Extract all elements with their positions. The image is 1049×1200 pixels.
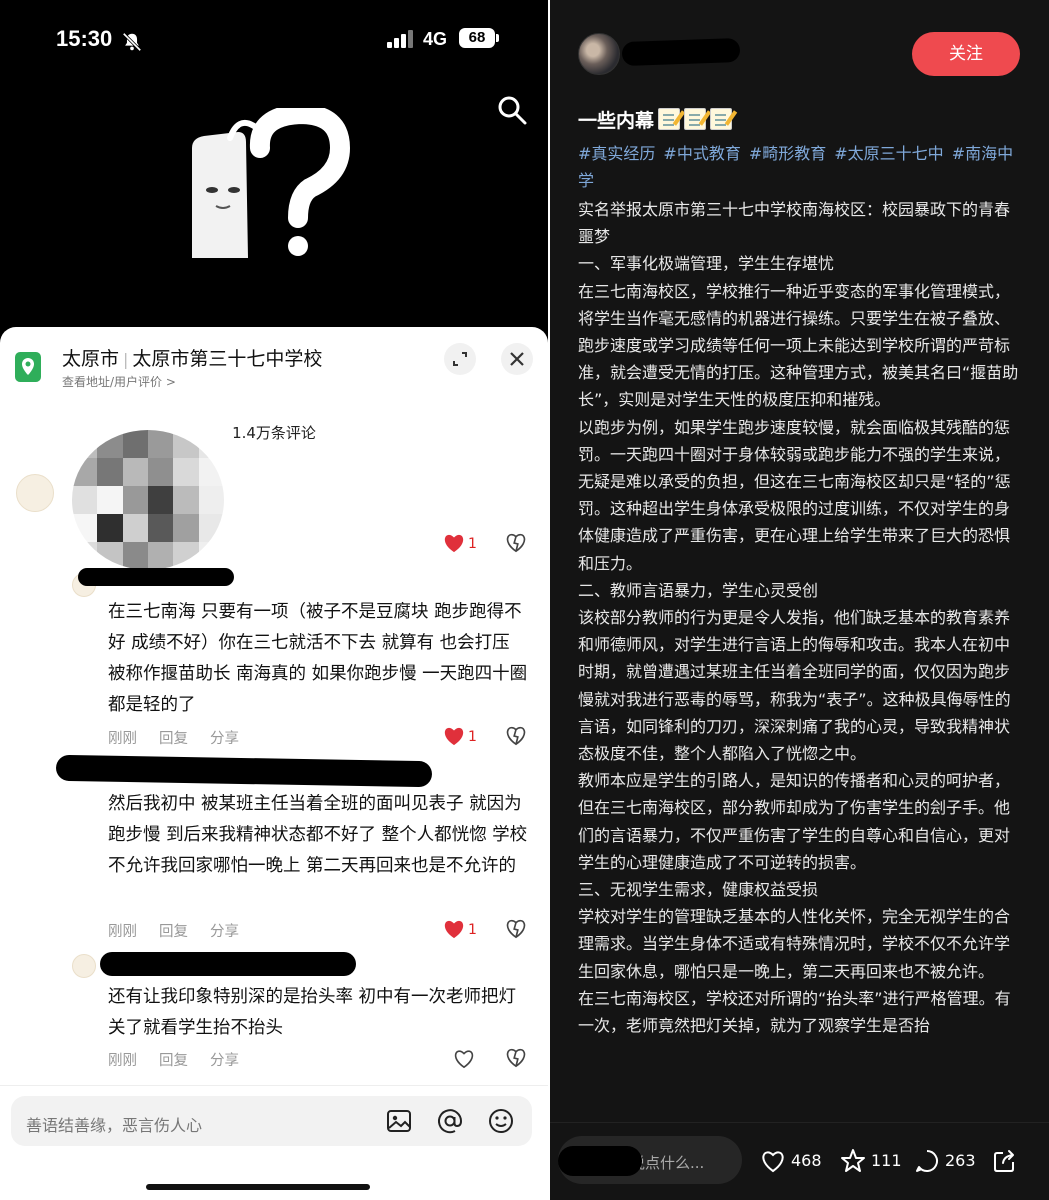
author-avatar[interactable] [578,33,620,75]
liked-heart-icon[interactable] [443,726,465,746]
home-indicator [146,1184,370,1190]
title-separator: | [123,350,129,369]
redacted-region [558,1146,642,1176]
memo-icon [710,108,733,130]
question-meme-image [192,108,350,258]
post-paragraph: 二、教师言语暴力，学生心灵受创 [578,580,819,600]
post-title: 一些内幕 [578,106,733,133]
search-icon[interactable] [496,94,528,126]
expand-button[interactable] [444,343,476,375]
share-link[interactable]: 分享 [210,1053,239,1069]
dislike-icon[interactable] [505,918,527,940]
comment-text: 然后我初中 被某班主任当着全班的面叫见表子 就因为跑步慢 到后来我精神状态都不好… [108,794,528,876]
like-count: 468 [791,1151,822,1170]
post-paragraph: 实名举报太原市第三十七中学校南海校区：校园暴政下的青春噩梦 [578,200,1011,247]
redacted-username [100,952,356,976]
comment-text: 在三七南海 只要有一项（被子不是豆腐块 跑步跑得不好 成绩不好）你在三七就活不下… [108,602,528,715]
close-button[interactable] [501,343,533,375]
right-screenshot: 关注 一些内幕 #真实经历 #中式教育 #畸形教育 #太原三十七中 #南海中学 实名举报… [548,0,1049,1200]
redacted-username [78,568,234,586]
tag[interactable]: #中式教育 [663,144,740,163]
favorite-count: 111 [871,1151,902,1170]
post-paragraph: 以跑步为例，如果学生跑步速度较慢，就会面临极其残酷的惩罚。一天跑四十圈对于身体较… [578,417,1011,573]
post-paragraph: 在三七南海校区，学校推行一种近乎变态的军事化管理模式，将学生当作毫无感情的机器进… [578,281,1019,410]
dislike-icon[interactable] [505,1047,527,1069]
post-paragraph: 在三七南海校区，学校还对所谓的“抬头率”进行严格管理。有一次，老师竟然把灯关掉，… [578,988,1011,1036]
post-paragraph: 教师本应是学生的引路人，是知识的传播者和心灵的呵护者，但在三七南海校区，部分教师… [578,771,1011,872]
tag[interactable]: #畸形教育 [749,144,826,163]
left-screenshot: 15:30 4G 68 太原市 | 太原市第三十七中学校 查看地址/用户评价 >… [0,0,548,1200]
post-body: 实名举报太原市第三十七中学校南海校区：校园暴政下的青春噩梦 一、军事化极端管理，… [578,196,1024,1039]
reply-link[interactable]: 回复 [159,1053,188,1069]
battery-indicator: 68 [459,28,499,48]
status-bar: 15:30 4G 68 [0,26,548,60]
location-title[interactable]: 太原市 | 太原市第三十七中学校 [62,344,322,371]
post-paragraph: 学校对学生的管理缺乏基本的人性化关怀，完全无视学生的合理需求。当学生身体不适或有… [578,907,1011,981]
star-icon[interactable] [840,1148,866,1174]
comment-count: 263 [945,1151,976,1170]
signal-icon [387,30,413,48]
like-icon[interactable] [760,1148,786,1174]
redacted-author-name [621,37,741,67]
avatar[interactable] [72,954,96,978]
like-count: 1 [468,922,477,938]
comment-count: 1.4万条评论 [232,424,316,442]
reply-link[interactable]: 回复 [159,924,188,940]
memo-icon [658,108,681,130]
dislike-icon[interactable] [505,532,527,554]
comment-text: 还有让我印象特别深的是抬头率 初中有一次老师把灯关了就看学生抬不抬头 [108,987,517,1038]
share-link[interactable]: 分享 [210,731,239,747]
emoji-icon[interactable] [487,1107,515,1135]
tag[interactable]: #真实经历 [578,144,655,163]
input-placeholder: 善语结善缘，恶言伤人心 [26,1116,203,1135]
reply-link[interactable]: 回复 [159,731,188,747]
location-pin-icon [15,352,41,382]
location-city: 太原市 [62,348,120,370]
share-link[interactable]: 分享 [210,924,239,940]
like-count: 1 [468,536,477,552]
heart-outline-icon[interactable] [453,1049,475,1069]
like-count: 1 [468,729,477,745]
post-paragraph: 该校部分教师的行为更是令人发指，他们缺乏基本的教育素养和师德师风，对学生进行言语… [578,608,1011,764]
network-type: 4G [423,29,448,49]
liked-heart-icon[interactable] [443,533,465,553]
follow-button[interactable]: 关注 [912,32,1020,76]
location-name: 太原市第三十七中学校 [132,348,323,370]
avatar[interactable] [16,474,54,512]
comment-meta: 刚刚 回复 分享 [108,1049,261,1070]
image-icon[interactable] [385,1107,413,1135]
comment-time: 刚刚 [108,924,137,940]
comment-meta: 刚刚 回复 分享 [108,727,261,748]
post-tags: #真实经历 #中式教育 #畸形教育 #太原三十七中 #南海中学 [578,140,1024,194]
status-time: 15:30 [56,26,113,51]
comment-icon[interactable] [914,1148,940,1174]
post-title-text: 一些内幕 [578,110,655,132]
comment-meta: 刚刚 回复 分享 [108,920,261,941]
comment-time: 刚刚 [108,731,137,747]
mention-icon[interactable] [436,1107,464,1135]
memo-icon [684,108,707,130]
tag[interactable]: #太原三十七中 [834,144,943,163]
share-icon[interactable] [992,1148,1018,1174]
pixelated-avatar-image [72,430,224,570]
silent-bell-icon [122,32,142,52]
post-paragraph: 三、无视学生需求，健康权益受损 [578,880,819,900]
comment-time: 刚刚 [108,1053,137,1069]
dislike-icon[interactable] [505,725,527,747]
post-paragraph: 一、军事化极端管理，学生生存堪忧 [578,254,835,274]
expand-icon [453,352,467,366]
close-icon [510,352,524,366]
location-subtitle[interactable]: 查看地址/用户评价 > [62,373,176,390]
liked-heart-icon[interactable] [443,919,465,939]
